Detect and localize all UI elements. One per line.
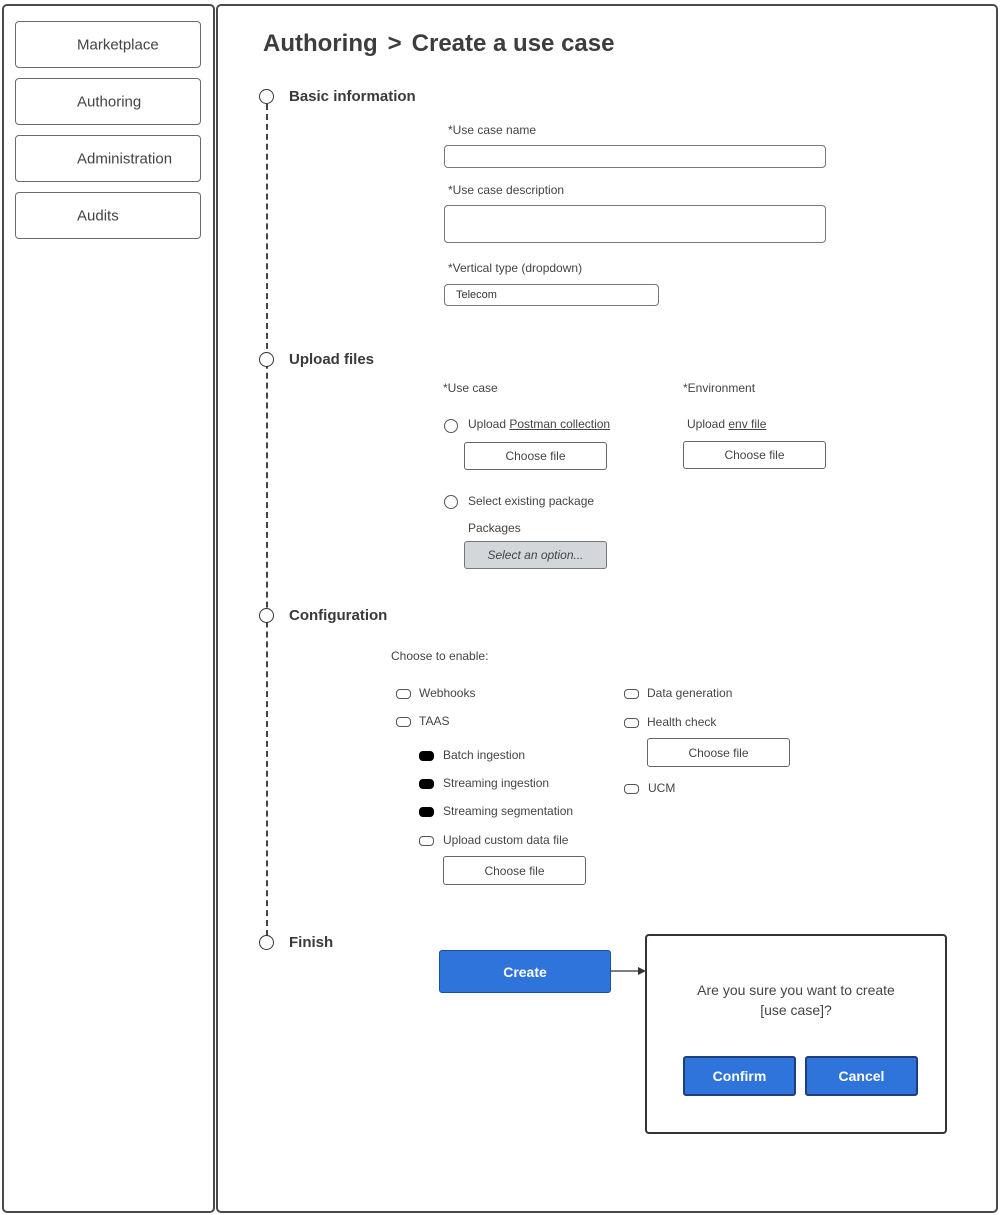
health-check-label: Health check [647,715,717,729]
use-case-name-label: *Use case name [448,123,537,137]
streaming-segmentation-checkbox[interactable] [419,807,434,817]
streaming-ingestion-checkbox[interactable] [419,779,434,789]
choose-custom-data-file-button[interactable]: Choose file [443,856,586,885]
taas-label: TAAS [419,714,450,728]
ucm-checkbox[interactable] [624,784,639,794]
use-case-description-input[interactable] [444,205,826,243]
health-check-checkbox[interactable] [624,718,639,728]
create-button[interactable]: Create [439,950,611,993]
sidebar-item-label: Administration [77,150,173,167]
sidebar-item-marketplace[interactable]: Marketplace [15,21,201,68]
sidebar-item-administration[interactable]: Administration [15,135,201,182]
sidebar [2,4,215,1213]
step-label-basic: Basic information [289,88,416,105]
step-label-upload: Upload files [289,351,375,368]
vertical-type-label: *Vertical type (dropdown) [448,261,583,275]
sidebar-item-authoring[interactable]: Authoring [15,78,201,125]
dialog-message: Are you sure you want to create [use cas… [647,980,945,1020]
stepper-line [266,104,268,936]
webhooks-checkbox[interactable] [396,689,411,699]
postman-collection-link[interactable]: Postman collection [509,417,610,431]
breadcrumb: Authoring > Create a use case [263,30,614,58]
use-case-description-label: *Use case description [448,183,565,197]
choose-to-enable-label: Choose to enable: [391,649,489,663]
select-existing-package-radio[interactable] [444,495,458,509]
vertical-type-value: Telecom [456,289,497,301]
use-case-name-input[interactable] [444,145,826,168]
breadcrumb-separator: > [387,30,402,57]
breadcrumb-parent[interactable]: Authoring [263,30,378,57]
sidebar-item-label: Authoring [77,93,142,110]
env-file-link[interactable]: env file [728,417,766,431]
batch-ingestion-label: Batch ingestion [443,748,526,762]
data-generation-label: Data generation [647,686,733,700]
step-circle-configuration [259,608,274,623]
streaming-segmentation-label: Streaming segmentation [443,804,574,818]
cancel-button[interactable]: Cancel [805,1056,918,1096]
upload-custom-data-checkbox[interactable] [419,836,434,846]
choose-postman-file-button[interactable]: Choose file [464,442,607,470]
dialog-message-line-1: Are you sure you want to create [697,982,895,998]
upload-postman-label: Upload Postman collection [468,417,611,431]
sidebar-item-audits[interactable]: Audits [15,192,201,239]
step-circle-finish [259,935,274,950]
webhooks-label: Webhooks [419,686,476,700]
sidebar-item-label: Audits [77,207,119,224]
streaming-ingestion-label: Streaming ingestion [443,776,550,790]
packages-select[interactable]: Select an option... [464,541,607,569]
page-title: Create a use case [411,30,615,57]
vertical-type-dropdown[interactable]: Telecom [444,284,659,306]
dialog-message-line-2: [use case]? [760,1002,832,1018]
step-label-finish: Finish [289,934,334,951]
sidebar-item-label: Marketplace [77,36,159,53]
ucm-label: UCM [648,781,676,795]
environment-upload-heading: *Environment [683,381,756,395]
step-circle-basic [259,89,274,104]
upload-env-label: Upload env file [687,417,767,431]
confirm-dialog: Are you sure you want to create [use cas… [645,934,947,1134]
confirm-button[interactable]: Confirm [683,1056,796,1096]
step-label-configuration: Configuration [289,607,388,624]
upload-postman-radio[interactable] [444,419,458,433]
batch-ingestion-checkbox[interactable] [419,751,434,761]
use-case-upload-heading: *Use case [443,381,498,395]
data-generation-checkbox[interactable] [624,689,639,699]
select-existing-package-label: Select existing package [468,494,595,508]
connector-arrow-icon [611,967,646,975]
step-circle-upload [259,352,274,367]
taas-checkbox[interactable] [396,717,411,727]
choose-health-check-file-button[interactable]: Choose file [647,738,790,767]
choose-env-file-button[interactable]: Choose file [683,441,826,469]
upload-custom-data-label: Upload custom data file [443,833,569,847]
packages-label: Packages [468,521,521,535]
